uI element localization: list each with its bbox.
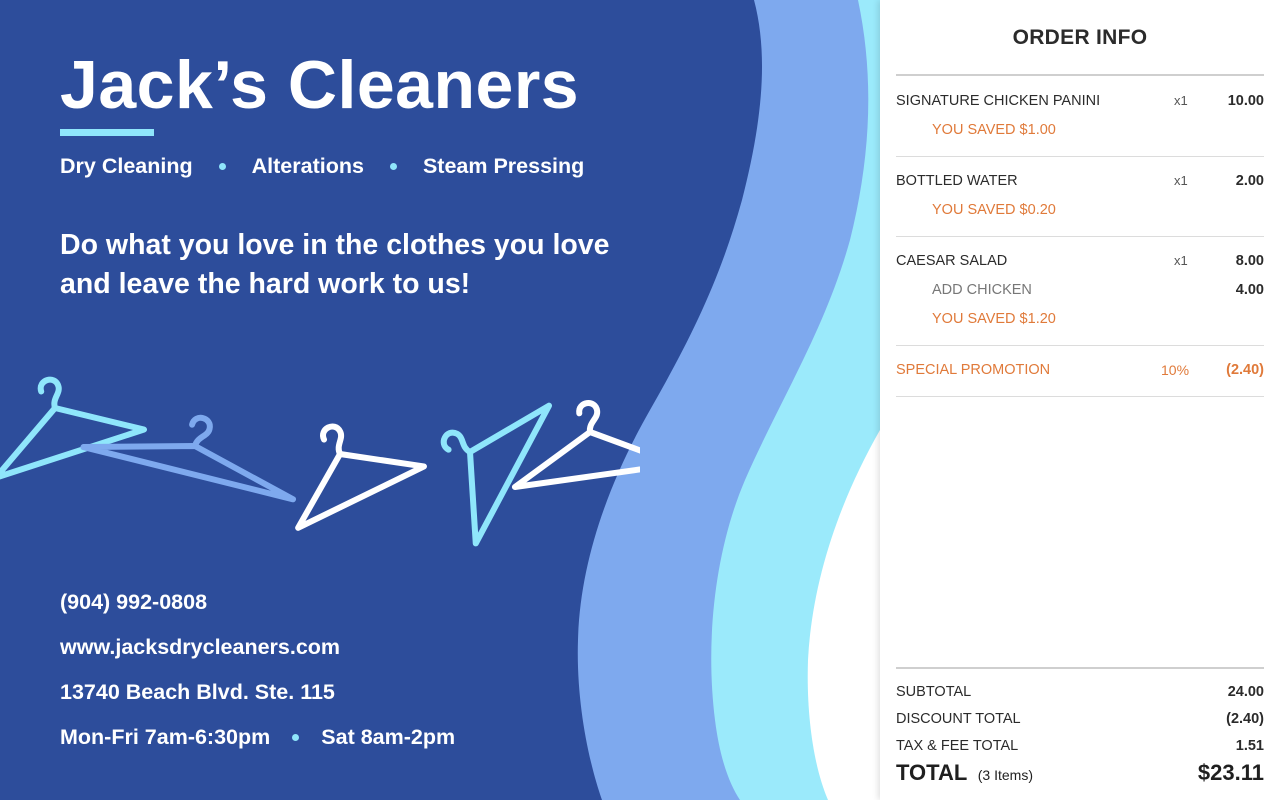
hours-weekday: Mon-Fri 7am-6:30pm: [60, 725, 271, 749]
total-item-count: (3 Items): [977, 767, 1033, 783]
savings-row: YOU SAVED $1.20: [896, 305, 1264, 334]
item-row: SIGNATURE CHICKEN PANINI x1 10.00: [896, 87, 1264, 116]
item-row: BOTTLED WATER x1 2.00: [896, 167, 1264, 196]
total-label: TOTAL: [896, 760, 968, 785]
total-value: $23.11: [1197, 760, 1264, 785]
item-name: SIGNATURE CHICKEN PANINI: [896, 93, 1101, 109]
hanger-icon: [511, 400, 640, 490]
promo-panel: Jack’s Cleaners Dry Cleaning Alterations…: [0, 0, 880, 800]
promotion-amount: (2.40): [1226, 362, 1264, 378]
business-hours: Mon-Fri 7am-6:30pm Sat 8am-2pm: [60, 725, 455, 750]
subtotal-value: 24.00: [1227, 684, 1264, 700]
contact-address: 13740 Beach Blvd. Ste. 115: [60, 680, 335, 704]
item-name: BOTTLED WATER: [896, 173, 1018, 189]
service-dry-cleaning: Dry Cleaning: [60, 154, 193, 178]
hanger-icon: [80, 414, 297, 503]
brand-title: Jack’s Cleaners: [60, 47, 580, 123]
savings-row: YOU SAVED $0.20: [896, 196, 1264, 225]
hanger-icon: [0, 376, 148, 481]
discount-value: (2.40): [1226, 711, 1264, 727]
item-price: 2.00: [1235, 173, 1264, 189]
item-savings: YOU SAVED $1.00: [932, 122, 1056, 138]
tagline-line-1: Do what you love in the clothes you love: [60, 229, 610, 261]
discount-row: DISCOUNT TOTAL (2.40): [896, 711, 1264, 727]
promotion-label: SPECIAL PROMOTION: [896, 362, 1051, 378]
tagline-line-2: and leave the hard work to us!: [60, 268, 471, 300]
hanger-icon: [440, 402, 553, 547]
hangers-illustration: [0, 376, 640, 547]
total-row: TOTAL (3 Items) $23.11: [896, 760, 1264, 786]
service-steam-pressing: Steam Pressing: [422, 154, 585, 178]
discount-label: DISCOUNT TOTAL: [896, 711, 1021, 727]
summary-divider: [896, 667, 1264, 669]
modifier-row: ADD CHICKEN 4.00: [896, 276, 1264, 305]
header-divider: [896, 74, 1264, 76]
order-item: CAESAR SALAD x1 8.00 ADD CHICKEN 4.00 YO…: [896, 247, 1264, 346]
subtotal-label: SUBTOTAL: [896, 684, 972, 700]
services-list: Dry Cleaning Alterations Steam Pressing: [60, 154, 584, 179]
item-modifier: ADD CHICKEN: [932, 282, 1032, 298]
service-alterations: Alterations: [251, 154, 364, 178]
tax-label: TAX & FEE TOTAL: [896, 738, 1019, 754]
item-qty: x1: [1174, 253, 1188, 268]
item-price: 8.00: [1235, 253, 1264, 269]
item-qty: x1: [1174, 93, 1188, 108]
item-row: CAESAR SALAD x1 8.00: [896, 247, 1264, 276]
promotion-line: SPECIAL PROMOTION 10% (2.40): [896, 356, 1264, 385]
promotion-percent: 10%: [1161, 362, 1190, 378]
tagline: Do what you love in the clothes you love…: [60, 226, 700, 304]
subtotal-row: SUBTOTAL 24.00: [896, 684, 1264, 700]
item-price: 10.00: [1227, 93, 1264, 109]
bullet-dot: [389, 163, 397, 170]
tax-value: 1.51: [1235, 738, 1264, 754]
brand-underline: [60, 129, 154, 136]
order-item: SIGNATURE CHICKEN PANINI x1 10.00 YOU SA…: [896, 87, 1264, 157]
order-item: BOTTLED WATER x1 2.00 YOU SAVED $0.20: [896, 167, 1264, 237]
bullet-dot: [292, 734, 300, 741]
item-qty: x1: [1174, 173, 1188, 188]
item-name: CAESAR SALAD: [896, 253, 1008, 269]
tax-row: TAX & FEE TOTAL 1.51: [896, 738, 1264, 754]
contact-phone[interactable]: (904) 992-0808: [60, 590, 207, 615]
hanger-icon: [295, 423, 427, 531]
modifier-price: 4.00: [1235, 282, 1264, 298]
item-savings: YOU SAVED $1.20: [932, 311, 1056, 327]
hours-saturday: Sat 8am-2pm: [321, 725, 456, 749]
promotion-row: SPECIAL PROMOTION 10% (2.40): [896, 356, 1264, 397]
contact-website[interactable]: www.jacksdrycleaners.com: [60, 635, 340, 660]
order-panel: ORDER INFO SIGNATURE CHICKEN PANINI x1 1…: [880, 0, 1280, 800]
savings-row: YOU SAVED $1.00: [896, 116, 1264, 145]
order-title: ORDER INFO: [1012, 26, 1148, 49]
bullet-dot: [218, 163, 226, 170]
item-savings: YOU SAVED $0.20: [932, 202, 1056, 218]
